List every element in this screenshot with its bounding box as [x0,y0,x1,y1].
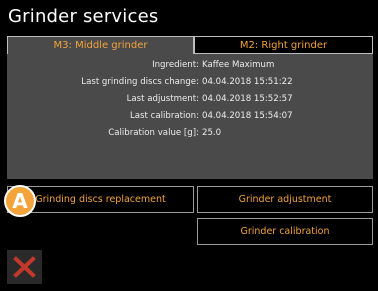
info-label: Last calibration: [129,111,199,121]
grinder-adjustment-button[interactable]: Grinder adjustment [197,186,373,213]
info-value: 04.04.2018 15:51:22 [202,77,293,87]
info-row-calibration: Last calibration: 04.04.2018 15:54:07 [7,110,373,122]
info-label: Last grinding discs change: [81,77,199,87]
info-value: 04.04.2018 15:54:07 [202,111,293,121]
tab-middle-grinder[interactable]: M3: Middle grinder [7,36,194,55]
info-value: Kaffee Maximum [202,60,275,70]
info-label: Calibration value [g]: [108,128,199,138]
info-label: Last adjustment: [126,94,199,104]
close-button[interactable] [7,250,42,284]
info-value: 04.04.2018 15:52:57 [202,94,293,104]
grinder-calibration-button[interactable]: Grinder calibration [197,218,373,245]
info-row-ingredient: Ingredient: Kaffee Maximum [7,59,373,71]
info-label: Ingredient: [152,60,199,70]
info-row-calibration-value: Calibration value [g]: 25.0 [7,127,373,139]
info-row-discs-change: Last grinding discs change: 04.04.2018 1… [7,76,373,88]
page-title: Grinder services [8,6,159,27]
annotation-badge-a: A [4,185,36,217]
close-x-icon [13,256,36,278]
tab-right-grinder[interactable]: M2: Right grinder [194,36,373,54]
grinder-info-panel: Ingredient: Kaffee Maximum Last grinding… [7,54,373,179]
info-row-adjustment: Last adjustment: 04.04.2018 15:52:57 [7,93,373,105]
info-value: 25.0 [202,128,222,138]
